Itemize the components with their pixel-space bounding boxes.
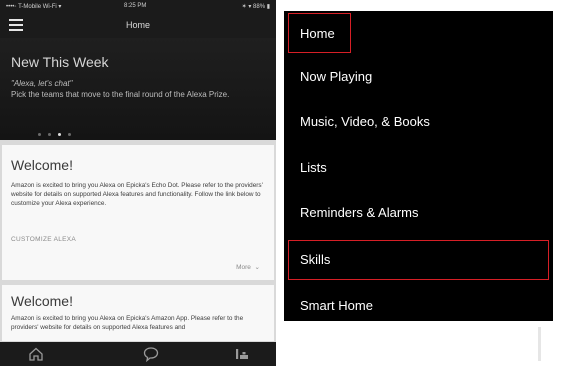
card-body: Amazon is excited to bring you Alexa on … bbox=[11, 182, 263, 207]
highlight-box-skills bbox=[288, 240, 549, 280]
card-body: Amazon is excited to bring you Alexa on … bbox=[11, 315, 244, 331]
card-title: Welcome! bbox=[11, 157, 73, 173]
menu-item-reminders-alarms[interactable]: Reminders & Alarms bbox=[284, 193, 553, 231]
carousel-dot[interactable] bbox=[68, 133, 71, 136]
chevron-down-icon: ⌄ bbox=[252, 264, 260, 271]
status-time: 8:25 PM bbox=[124, 3, 147, 9]
welcome-card: Welcome! Amazon is excited to bring you … bbox=[2, 145, 274, 280]
banner-text: Pick the teams that move to the final ro… bbox=[11, 90, 230, 99]
menu-item-label: Music, Video, & Books bbox=[300, 114, 430, 129]
menu-item-music-video-books[interactable]: Music, Video, & Books bbox=[284, 102, 553, 140]
menu-item-label: Smart Home bbox=[300, 298, 373, 313]
bottom-nav bbox=[0, 342, 276, 366]
more-button[interactable]: More ⌄ bbox=[236, 263, 260, 271]
carousel-dots[interactable] bbox=[38, 123, 78, 141]
menu-item-smart-home[interactable]: Smart Home bbox=[284, 286, 553, 324]
menu-item-label: Now Playing bbox=[300, 69, 373, 84]
highlight-box-home bbox=[288, 13, 351, 53]
menu-item-now-playing[interactable]: Now Playing bbox=[284, 57, 553, 95]
scrollbar[interactable] bbox=[538, 327, 541, 361]
card-title: Welcome! bbox=[11, 293, 73, 309]
chat-bubble-icon[interactable] bbox=[143, 346, 159, 363]
alexa-app-phone-screen: ••••◦ T-Mobile Wi-Fi ▾ 8:25 PM ✶ ▾ 88% ▮… bbox=[0, 0, 276, 366]
more-label: More bbox=[236, 264, 251, 271]
status-bar: ••••◦ T-Mobile Wi-Fi ▾ 8:25 PM ✶ ▾ 88% ▮ bbox=[0, 0, 276, 14]
banner-title: New This Week bbox=[11, 54, 109, 70]
battery-status: ✶ ▾ 88% ▮ bbox=[241, 4, 270, 10]
carousel-dot[interactable] bbox=[38, 133, 41, 136]
page-title: Home bbox=[125, 20, 150, 30]
people-icon[interactable] bbox=[234, 346, 250, 362]
carousel-dot[interactable] bbox=[48, 133, 51, 136]
menu-item-lists[interactable]: Lists bbox=[284, 148, 553, 186]
menu-item-label: Reminders & Alarms bbox=[300, 205, 419, 220]
home-icon[interactable] bbox=[28, 346, 44, 362]
new-this-week-banner[interactable]: New This Week "Alexa, let's chat" Pick t… bbox=[0, 38, 276, 140]
customize-alexa-link[interactable]: CUSTOMIZE ALEXA bbox=[11, 236, 76, 243]
welcome-card: Welcome! Amazon is excited to bring you … bbox=[2, 285, 274, 341]
carrier-label: ••••◦ T-Mobile Wi-Fi ▾ bbox=[6, 4, 62, 10]
carousel-dot-active[interactable] bbox=[58, 133, 61, 136]
menu-item-label: Lists bbox=[300, 160, 327, 175]
app-header: Home bbox=[0, 14, 276, 38]
banner-quote: "Alexa, let's chat" bbox=[11, 79, 73, 88]
navigation-menu: Home Now Playing Music, Video, & Books L… bbox=[284, 11, 553, 321]
